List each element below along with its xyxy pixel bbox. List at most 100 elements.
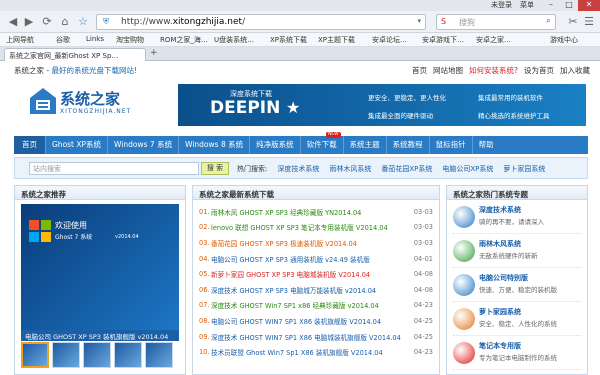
nav-item-cursor[interactable]: 鼠标指针 <box>430 136 473 154</box>
bookmark-item[interactable]: Links <box>86 35 104 43</box>
bookmarks-bar: 上网导航 谷歌 Links 淘宝购物 ROM之家_海… U盘装系统… XP系统下… <box>0 33 600 47</box>
site-search-button[interactable]: 搜 索 <box>201 162 229 175</box>
topic-icon <box>453 342 475 364</box>
bookmark-item[interactable]: ROM之家_海… <box>160 35 208 45</box>
hot-link[interactable]: 番茄花园XP系统 <box>381 164 432 174</box>
bookmark-item[interactable]: XP系统下载 <box>270 35 307 45</box>
bookmark-item[interactable]: 游戏中心 <box>550 35 578 45</box>
topic-item[interactable]: 萝卜家园系统 安全、稳定、人性化的系统 <box>453 302 581 336</box>
tab-active[interactable]: 系统之家官网_最新Ghost XP Sp… <box>4 48 146 61</box>
topic-item[interactable]: 雨林木风系统 无敌系统硬件的新新 <box>453 234 581 268</box>
settings-icon[interactable]: ☰ <box>582 15 596 29</box>
deepin-banner[interactable]: 深度系统下载 DEEPIN ★ 更安全、更稳定、更人性化 集成最常用的装机软件 … <box>178 84 586 126</box>
thumbnail[interactable] <box>114 342 142 368</box>
row-title[interactable]: 深度技术 GHOST Win7 SP1 x86 经典珍藏版 v2014.04 <box>211 300 413 310</box>
row-number: 04. <box>199 254 210 263</box>
recommend-caption[interactable]: 电脑公司 GHOST XP SP3 装机旗舰版 v2014.04 <box>21 330 179 341</box>
nav-item-home[interactable]: 首页 <box>14 136 46 154</box>
refresh-icon[interactable]: ⟳ <box>40 15 54 29</box>
search-icon[interactable]: ⌕ <box>546 16 551 26</box>
site-logo[interactable]: 系统之家 XITONGZHIJIA.NET <box>28 82 148 120</box>
download-row[interactable]: 04. 电脑公司 GHOST XP SP3 通用装机版 v24.49 装机版 04-… <box>199 251 433 267</box>
row-date: 03-03 <box>413 223 433 232</box>
download-row[interactable]: 07. 深度技术 GHOST Win7 SP1 x86 经典珍藏版 v2014.0… <box>199 298 433 314</box>
download-row[interactable]: 02. lenovo 联想 GHOST XP SP3 笔记本专用装机版 V2014… <box>199 220 433 236</box>
hot-link[interactable]: 深度技术系统 <box>277 164 319 174</box>
download-row[interactable]: 09. 深度技术 GHOST WIN7 SP1 X86 电脑城装机旗舰版 V201… <box>199 329 433 345</box>
download-row[interactable]: 08. 电脑公司 GHOST WIN7 SP1 X86 装机旗舰版 V2014.0… <box>199 313 433 329</box>
search-engine-icon[interactable]: S <box>441 17 446 26</box>
bookmark-item[interactable]: 安卓论坛… <box>372 35 407 45</box>
topic-name[interactable]: 萝卜家园系统 <box>479 307 521 317</box>
browser-search[interactable]: S 搜狗 ⌕ <box>436 14 556 30</box>
recommend-screenshot[interactable]: 欢迎使用 Ghost 7 系统 v2014.04 <box>21 204 179 330</box>
bookmark-item[interactable]: 安卓游戏下… <box>422 35 464 45</box>
download-row[interactable]: 06. 深度技术 GHOST XP SP3 电脑城万能装机版 v2014.04 04… <box>199 282 433 298</box>
site-search-input[interactable]: 站内搜索 <box>29 162 199 175</box>
minimize-icon[interactable]: – <box>542 0 560 11</box>
row-title[interactable]: 电脑公司 GHOST XP SP3 通用装机版 v24.49 装机版 <box>211 254 413 264</box>
nav-item-win8[interactable]: Windows 8 系统 <box>179 136 251 154</box>
thumbnail[interactable] <box>145 342 173 368</box>
nav-item-help[interactable]: 帮助 <box>473 136 500 154</box>
row-title[interactable]: 雨林木风 GHOST XP SP3 经典珍藏版 YN2014.04 <box>211 207 413 217</box>
dropdown-icon[interactable]: ▾ <box>417 17 421 25</box>
star-icon[interactable]: ☆ <box>76 15 90 29</box>
hot-link[interactable]: 电脑公司XP系统 <box>442 164 493 174</box>
topic-item[interactable]: 电脑公司特别版 快速、方便、稳定的装机版 <box>453 268 581 302</box>
address-bar[interactable]: ⛨ http://www.xitongzhijia.net/ ▾ <box>96 14 426 30</box>
row-title[interactable]: lenovo 联想 GHOST XP SP3 笔记本专用装机版 V2014.04 <box>211 222 413 232</box>
nav-item-software[interactable]: 软件下载 NEW <box>301 132 344 154</box>
topic-item[interactable]: 笔记本专用版 专为笔记本电脑制作的系统 <box>453 336 581 370</box>
site-search-row: 站内搜索 搜 索 热门搜索: 深度技术系统 雨林木风系统 番茄花园XP系统 电脑… <box>14 157 588 179</box>
extension-icon[interactable]: ✂ <box>566 15 580 29</box>
row-title[interactable]: 新萝卜家园 GHOST XP SP3 电脑城装机版 V2014.04 <box>211 269 413 279</box>
nav-item-win7[interactable]: Windows 7 系统 <box>108 136 180 154</box>
row-title[interactable]: 深度技术 GHOST WIN7 SP1 X86 电脑城装机旗舰版 V2014.0… <box>211 332 413 342</box>
panel-title: 系统之家推荐 <box>15 186 185 200</box>
hot-link[interactable]: 萝卜家园系统 <box>503 164 545 174</box>
top-link-sitemap[interactable]: 网站地图 <box>433 65 463 76</box>
download-row[interactable]: 05. 新萝卜家园 GHOST XP SP3 电脑城装机版 V2014.04 04-… <box>199 266 433 282</box>
login-status[interactable]: 未登录 <box>491 0 512 10</box>
row-title[interactable]: 电脑公司 GHOST WIN7 SP1 X86 装机旗舰版 V2014.04 <box>211 316 413 326</box>
download-row[interactable]: 03. 番茄花园 GHOST XP SP3 极速装机版 V2014.04 03-03 <box>199 235 433 251</box>
top-link-home[interactable]: 首页 <box>412 65 427 76</box>
hot-link[interactable]: 雨林木风系统 <box>329 164 371 174</box>
bookmark-item[interactable]: XP主题下载 <box>318 35 355 45</box>
top-link-favorite[interactable]: 加入收藏 <box>560 65 590 76</box>
row-title[interactable]: 深度技术 GHOST XP SP3 电脑城万能装机版 v2014.04 <box>211 285 413 295</box>
topic-name[interactable]: 深度技术系统 <box>479 205 521 215</box>
nav-item-theme[interactable]: 系统主题 <box>344 136 387 154</box>
logo-subtitle: XITONGZHIJIA.NET <box>60 108 132 115</box>
row-title[interactable]: 技术员联盟 Ghost Win7 Sp1 X86 装机旗舰版 V2014.04 <box>211 347 413 357</box>
top-link-sethome[interactable]: 设为首页 <box>524 65 554 76</box>
home-icon[interactable]: ⌂ <box>58 15 72 29</box>
thumbnail[interactable] <box>21 342 49 368</box>
close-icon[interactable]: ✕ <box>578 0 600 11</box>
bookmark-item[interactable]: 谷歌 <box>56 35 70 45</box>
forward-icon[interactable]: ▶ <box>22 15 36 29</box>
bookmark-item[interactable]: 安卓之家… <box>476 35 511 45</box>
row-title[interactable]: 番茄花园 GHOST XP SP3 极速装机版 V2014.04 <box>211 238 413 248</box>
top-link-install[interactable]: 如何安装系统? <box>469 65 518 76</box>
topic-name[interactable]: 笔记本专用版 <box>479 341 521 351</box>
nav-item-pure[interactable]: 纯净版系统 <box>250 136 301 154</box>
new-tab-button[interactable]: + <box>150 48 158 58</box>
nav-item-xp[interactable]: Ghost XP系统 <box>46 136 109 154</box>
bookmark-item[interactable]: U盘装系统… <box>214 35 254 45</box>
nav-item-tutorial[interactable]: 系统教程 <box>387 136 430 154</box>
topic-name[interactable]: 电脑公司特别版 <box>479 273 528 283</box>
back-icon[interactable]: ◀ <box>6 15 20 29</box>
download-row[interactable]: 01. 雨林木风 GHOST XP SP3 经典珍藏版 YN2014.04 03-0… <box>199 204 433 220</box>
topic-name[interactable]: 雨林木风系统 <box>479 239 521 249</box>
thumbnail[interactable] <box>52 342 80 368</box>
bookmark-item[interactable]: 上网导航 <box>6 35 34 45</box>
bookmark-item[interactable]: 淘宝购物 <box>116 35 144 45</box>
thumbnail[interactable] <box>83 342 111 368</box>
maximize-icon[interactable]: □ <box>560 0 578 11</box>
topic-item[interactable]: 深度技术系统 骑的再不要，请请深入 <box>453 200 581 234</box>
download-row[interactable]: 10. 技术员联盟 Ghost Win7 Sp1 X86 装机旗舰版 V2014.… <box>199 344 433 360</box>
menu-button[interactable]: 菜单 <box>520 0 534 10</box>
search-input[interactable]: 搜狗 <box>459 17 475 28</box>
